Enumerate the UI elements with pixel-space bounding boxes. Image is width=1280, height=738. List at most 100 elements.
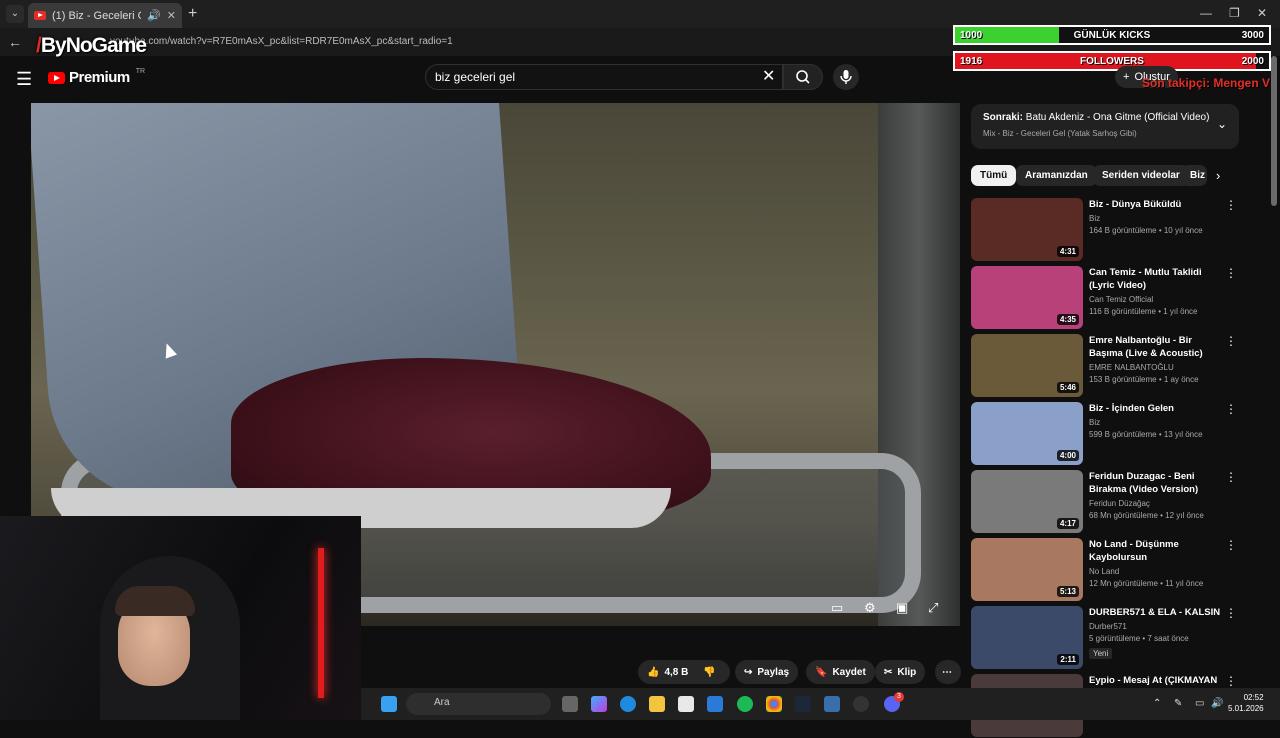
- chip-all[interactable]: Tümü: [971, 165, 1017, 186]
- more-options-icon[interactable]: ⋮: [1225, 266, 1237, 280]
- obs-icon[interactable]: [853, 696, 869, 712]
- channel-name[interactable]: EMRE NALBANTOĞLU: [1089, 363, 1227, 372]
- video-title[interactable]: Eypio - Mesaj At (ÇIKMAYAN: [1089, 674, 1227, 687]
- recommendation-item[interactable]: 5:13 No Land - Düşünme Kaybolursun No Land…: [971, 538, 1241, 602]
- webcam-hair: [115, 586, 195, 616]
- video-title[interactable]: Can Temiz - Mutlu Taklidi (Lyric Video): [1089, 266, 1227, 292]
- file-explorer-icon[interactable]: [649, 696, 665, 712]
- task-view-icon[interactable]: [562, 696, 578, 712]
- back-arrow-icon[interactable]: ←: [8, 34, 22, 50]
- search-input[interactable]: biz geceleri gel: [425, 64, 783, 90]
- search-button[interactable]: [783, 64, 823, 90]
- chip-from-search[interactable]: Aramanızdan: [1016, 165, 1097, 186]
- subtitles-icon[interactable]: ▭: [831, 600, 843, 616]
- recommendation-item[interactable]: 4:31 Biz - Dünya Büküldü Biz 164 B görüntül…: [971, 198, 1241, 262]
- chevron-down-icon[interactable]: ⌄: [1217, 117, 1227, 131]
- more-options-icon[interactable]: ⋮: [1225, 470, 1237, 484]
- more-options-icon[interactable]: ⋮: [1225, 674, 1237, 688]
- restore-button[interactable]: ❐: [1229, 6, 1240, 20]
- youtube-play-icon: [48, 71, 65, 84]
- url-field[interactable]: youtube.com/watch?v=R7E0mAsX_pc&list=RDR…: [110, 36, 453, 47]
- last-follower-overlay: Son takipçi: Mengen V: [1142, 76, 1271, 90]
- settings-gear-icon[interactable]: ⚙: [864, 600, 876, 616]
- save-button[interactable]: 🔖 Kaydet: [806, 660, 875, 684]
- clear-search-icon[interactable]: ✕: [762, 66, 775, 86]
- menu-icon[interactable]: ☰: [16, 69, 32, 90]
- channel-name[interactable]: Durber571: [1089, 622, 1227, 631]
- channel-name[interactable]: Feridun Düzağaç: [1089, 499, 1227, 508]
- browser-tab[interactable]: (1) Biz - Geceleri Gel (Yatak 🔊 ✕: [28, 3, 182, 28]
- video-title[interactable]: Biz - Dünya Büküldü: [1089, 198, 1227, 211]
- video-stats: 153 B görüntüleme • 1 ay önce: [1089, 375, 1199, 384]
- up-next-panel[interactable]: Sonraki: Batu Akdeniz - Ona Gitme (Offic…: [971, 104, 1239, 149]
- tab-list-button[interactable]: ⌄: [6, 5, 24, 23]
- edge-icon[interactable]: [620, 696, 636, 712]
- recommendation-item[interactable]: 2:11 DURBER571 & ELA - KALSIN Durber571 5 g…: [971, 606, 1241, 670]
- volume-icon[interactable]: 🔊: [1211, 698, 1223, 709]
- video-thumbnail[interactable]: 2:11: [971, 606, 1083, 669]
- channel-name[interactable]: No Land: [1089, 567, 1227, 576]
- up-next-line: Sonraki: Batu Akdeniz - Ona Gitme (Offic…: [983, 112, 1227, 123]
- new-tab-button[interactable]: +: [188, 5, 197, 23]
- thumbs-up-icon[interactable]: 👍: [647, 667, 659, 678]
- channel-name[interactable]: Biz: [1089, 214, 1227, 223]
- theater-mode-icon[interactable]: ▣: [896, 600, 908, 616]
- network-icon[interactable]: ▭: [1195, 698, 1204, 709]
- kicks-target: 3000: [1241, 30, 1264, 41]
- video-title[interactable]: Emre Nalbantoğlu - Bir Başıma (Live & Ac…: [1089, 334, 1227, 360]
- video-title[interactable]: DURBER571 & ELA - KALSIN: [1089, 606, 1227, 619]
- video-thumbnail[interactable]: 4:17: [971, 470, 1083, 533]
- chip-biz[interactable]: Biz: [1181, 165, 1207, 186]
- video-thumbnail[interactable]: 5:46: [971, 334, 1083, 397]
- like-count[interactable]: 4,8 B: [664, 667, 688, 678]
- video-meta: Can Temiz - Mutlu Taklidi (Lyric Video) C…: [1089, 266, 1227, 316]
- minimize-button[interactable]: —: [1200, 6, 1212, 20]
- taskbar-search[interactable]: Ara: [406, 693, 551, 715]
- voice-search-button[interactable]: [833, 64, 859, 90]
- video-title[interactable]: Biz - İçinden Gelen: [1089, 402, 1227, 415]
- more-options-icon[interactable]: ⋮: [1225, 198, 1237, 212]
- tray-chevron-icon[interactable]: ⌃: [1153, 698, 1161, 709]
- close-window-button[interactable]: ✕: [1257, 6, 1267, 20]
- store-icon[interactable]: [678, 696, 694, 712]
- channel-name[interactable]: Biz: [1089, 418, 1227, 427]
- pen-icon[interactable]: ✎: [1174, 698, 1182, 709]
- channel-name[interactable]: Can Temiz Official: [1089, 295, 1227, 304]
- app-icon[interactable]: [824, 696, 840, 712]
- video-thumbnail[interactable]: 4:31: [971, 198, 1083, 261]
- up-next-title: Batu Akdeniz - Ona Gitme (Official Video…: [1025, 112, 1210, 123]
- speaker-icon[interactable]: 🔊: [147, 9, 161, 22]
- steam-icon[interactable]: [795, 696, 811, 712]
- more-options-icon[interactable]: ⋮: [1225, 402, 1237, 416]
- video-stats: 599 B görüntüleme • 13 yıl önce: [1089, 430, 1203, 439]
- recommendation-item[interactable]: 4:00 Biz - İçinden Gelen Biz 599 B görüntül…: [971, 402, 1241, 466]
- chevron-right-icon[interactable]: ›: [1216, 168, 1220, 183]
- thumbs-down-icon[interactable]: 👎: [703, 667, 715, 678]
- windows-start-icon[interactable]: [381, 696, 397, 712]
- taskbar-clock[interactable]: 02:52 5.01.2026: [1228, 692, 1264, 714]
- more-options-icon[interactable]: ⋮: [1225, 334, 1237, 348]
- chrome-icon[interactable]: [766, 696, 782, 712]
- more-actions-button[interactable]: ⋯: [935, 660, 961, 684]
- recommendation-item[interactable]: 4:35 Can Temiz - Mutlu Taklidi (Lyric Vid…: [971, 266, 1241, 330]
- page-scrollbar[interactable]: [1271, 56, 1277, 206]
- chip-series[interactable]: Seriden videolar: [1093, 165, 1189, 186]
- video-title[interactable]: No Land - Düşünme Kaybolursun: [1089, 538, 1227, 564]
- share-button[interactable]: ↪ Paylaş: [735, 660, 799, 684]
- video-thumbnail[interactable]: 4:00: [971, 402, 1083, 465]
- more-options-icon[interactable]: ⋮: [1225, 538, 1237, 552]
- mail-icon[interactable]: [707, 696, 723, 712]
- recommendation-item[interactable]: 5:46 Emre Nalbantoğlu - Bir Başıma (Live …: [971, 334, 1241, 398]
- more-options-icon[interactable]: ⋮: [1225, 606, 1237, 620]
- recommendation-item[interactable]: 4:17 Feridun Duzagac - Beni Birakma (Vide…: [971, 470, 1241, 534]
- spotify-icon[interactable]: [737, 696, 753, 712]
- clip-button[interactable]: ✂ Klip: [875, 660, 926, 684]
- video-thumbnail[interactable]: 4:35: [971, 266, 1083, 329]
- close-tab-icon[interactable]: ✕: [167, 9, 176, 22]
- copilot-icon[interactable]: [591, 696, 607, 712]
- video-thumbnail[interactable]: 5:13: [971, 538, 1083, 601]
- youtube-logo[interactable]: Premium TR: [48, 68, 145, 86]
- kicks-counter: 1000 GÜNLÜK KICKS 3000: [953, 25, 1271, 45]
- video-title[interactable]: Feridun Duzagac - Beni Birakma (Video Ve…: [1089, 470, 1227, 496]
- fullscreen-icon[interactable]: ⤢: [928, 600, 938, 616]
